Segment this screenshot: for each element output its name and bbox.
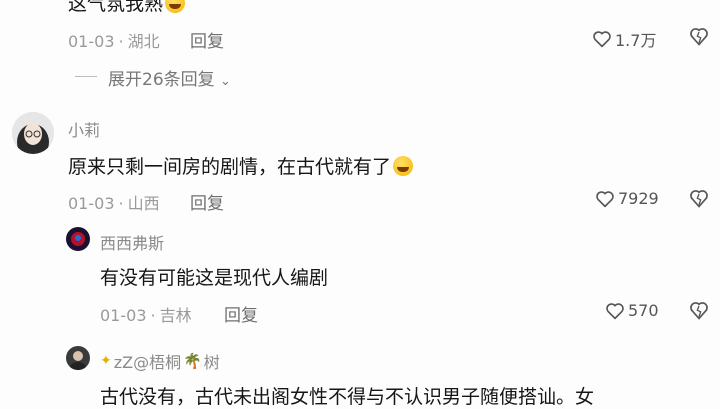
username[interactable]: 西西弗斯: [100, 230, 164, 254]
like-button[interactable]: 570: [605, 301, 659, 320]
comment-meta: 01-03 · 吉林: [100, 306, 192, 325]
comment-text: 这气氛我熟: [68, 0, 186, 16]
avatar[interactable]: [66, 346, 90, 370]
dislike-icon[interactable]: [689, 189, 709, 213]
comment-text: 原来只剩一间房的剧情，在古代就有了: [68, 152, 414, 179]
avatar[interactable]: [66, 227, 90, 251]
laughing-emoji-icon: [393, 156, 414, 176]
username[interactable]: ✦ zZ@梧桐 🌴 树: [100, 349, 220, 373]
heart-icon: [593, 31, 611, 48]
palm-tree-icon: 🌴: [183, 352, 202, 370]
comment-meta: 01-03 · 湖北: [68, 32, 160, 51]
comment-text: 有没有可能这是现代人编剧: [100, 267, 329, 289]
username[interactable]: 小莉: [68, 117, 100, 141]
laughing-emoji-icon: [165, 0, 186, 13]
sparkle-icon: ✦: [100, 353, 112, 369]
like-button[interactable]: 7929: [595, 189, 659, 208]
reply-button[interactable]: 回复: [224, 301, 258, 326]
like-button[interactable]: 1.7万: [592, 27, 656, 51]
divider-line: [75, 76, 97, 77]
reply-button[interactable]: 回复: [190, 189, 224, 214]
dislike-icon[interactable]: [689, 301, 709, 325]
heart-icon: [606, 302, 624, 319]
reply-button[interactable]: 回复: [190, 27, 224, 52]
heart-icon: [596, 190, 614, 207]
avatar[interactable]: [12, 112, 54, 154]
comment-meta: 01-03 · 山西: [68, 194, 160, 213]
dislike-icon[interactable]: [689, 27, 709, 51]
chevron-down-icon: ⌄: [220, 74, 231, 89]
expand-replies-button[interactable]: 展开26条回复 ⌄: [108, 65, 231, 90]
